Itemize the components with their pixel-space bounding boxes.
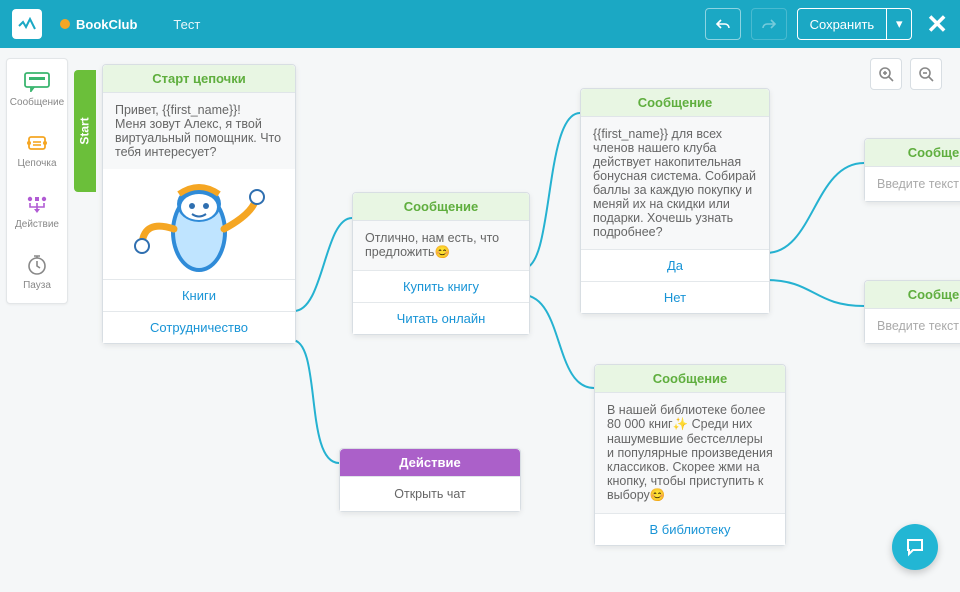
- tool-sidebar: Сообщение Цепочка Действие Пауза: [6, 58, 68, 304]
- app-header: BookClub Тест Сохранить ▾ ✕: [0, 0, 960, 48]
- message-icon: [23, 71, 51, 93]
- node-title: Действие: [340, 449, 520, 477]
- breadcrumb-page[interactable]: Тест: [173, 17, 200, 32]
- node-body: Открыть чат: [340, 477, 520, 511]
- node-option[interactable]: Нет: [581, 281, 769, 313]
- sidebar-item-chain[interactable]: Цепочка: [7, 120, 67, 181]
- node-placeholder[interactable]: Введите текст сообщ: [865, 309, 960, 343]
- node-body: В нашей библиотеке более 80 000 книг✨ Ср…: [595, 393, 785, 513]
- node-option[interactable]: Читать онлайн: [353, 302, 529, 334]
- sidebar-item-label: Цепочка: [17, 158, 56, 169]
- save-button[interactable]: Сохранить ▾: [797, 8, 913, 40]
- sidebar-item-pause[interactable]: Пауза: [7, 242, 67, 303]
- node-title: Сообщение: [595, 365, 785, 393]
- node-message-empty[interactable]: Сообщение Введите текст сообщ: [864, 138, 960, 202]
- node-message-bonus[interactable]: Сообщение {{first_name}} для всех членов…: [580, 88, 770, 314]
- node-title: Сообщение: [865, 139, 960, 167]
- node-message-library[interactable]: Сообщение В нашей библиотеке более 80 00…: [594, 364, 786, 546]
- breadcrumb-app[interactable]: BookClub: [60, 17, 137, 32]
- sidebar-item-label: Сообщение: [10, 97, 64, 108]
- sidebar-item-label: Пауза: [23, 280, 51, 291]
- start-tab[interactable]: Start: [74, 70, 96, 192]
- sidebar-item-message[interactable]: Сообщение: [7, 59, 67, 120]
- zoom-out-button[interactable]: [910, 58, 942, 90]
- close-button[interactable]: ✕: [926, 9, 948, 40]
- undo-button[interactable]: [705, 8, 741, 40]
- node-action[interactable]: Действие Открыть чат: [339, 448, 521, 512]
- save-caret-icon[interactable]: ▾: [886, 9, 911, 39]
- robot-image: [103, 169, 295, 279]
- node-body: Отлично, нам есть, что предложить😊: [353, 221, 529, 270]
- chain-icon: [23, 132, 51, 154]
- node-placeholder[interactable]: Введите текст сообщ: [865, 167, 960, 201]
- logo-icon: [12, 9, 42, 39]
- node-message-offer[interactable]: Сообщение Отлично, нам есть, что предлож…: [352, 192, 530, 335]
- chat-fab[interactable]: [892, 524, 938, 570]
- node-option[interactable]: Книги: [103, 279, 295, 311]
- save-button-label: Сохранить: [798, 17, 887, 32]
- node-message-empty[interactable]: Сообщение Введите текст сообщ: [864, 280, 960, 344]
- app-title: BookClub: [76, 17, 137, 32]
- node-title: Старт цепочки: [103, 65, 295, 93]
- node-option[interactable]: Да: [581, 249, 769, 281]
- node-option[interactable]: Сотрудничество: [103, 311, 295, 343]
- action-icon: [23, 193, 51, 215]
- node-body: Привет, {{first_name}}! Меня зовут Алекс…: [103, 93, 295, 169]
- node-title: Сообщение: [865, 281, 960, 309]
- sidebar-item-label: Действие: [15, 219, 59, 230]
- node-start[interactable]: Старт цепочки Привет, {{first_name}}! Ме…: [102, 64, 296, 344]
- node-title: Сообщение: [353, 193, 529, 221]
- node-option[interactable]: Купить книгу: [353, 270, 529, 302]
- pause-icon: [23, 254, 51, 276]
- node-option[interactable]: В библиотеку: [595, 513, 785, 545]
- redo-button[interactable]: [751, 8, 787, 40]
- zoom-in-button[interactable]: [870, 58, 902, 90]
- node-title: Сообщение: [581, 89, 769, 117]
- sidebar-item-action[interactable]: Действие: [7, 181, 67, 242]
- node-body: {{first_name}} для всех членов нашего кл…: [581, 117, 769, 249]
- status-dot-icon: [60, 19, 70, 29]
